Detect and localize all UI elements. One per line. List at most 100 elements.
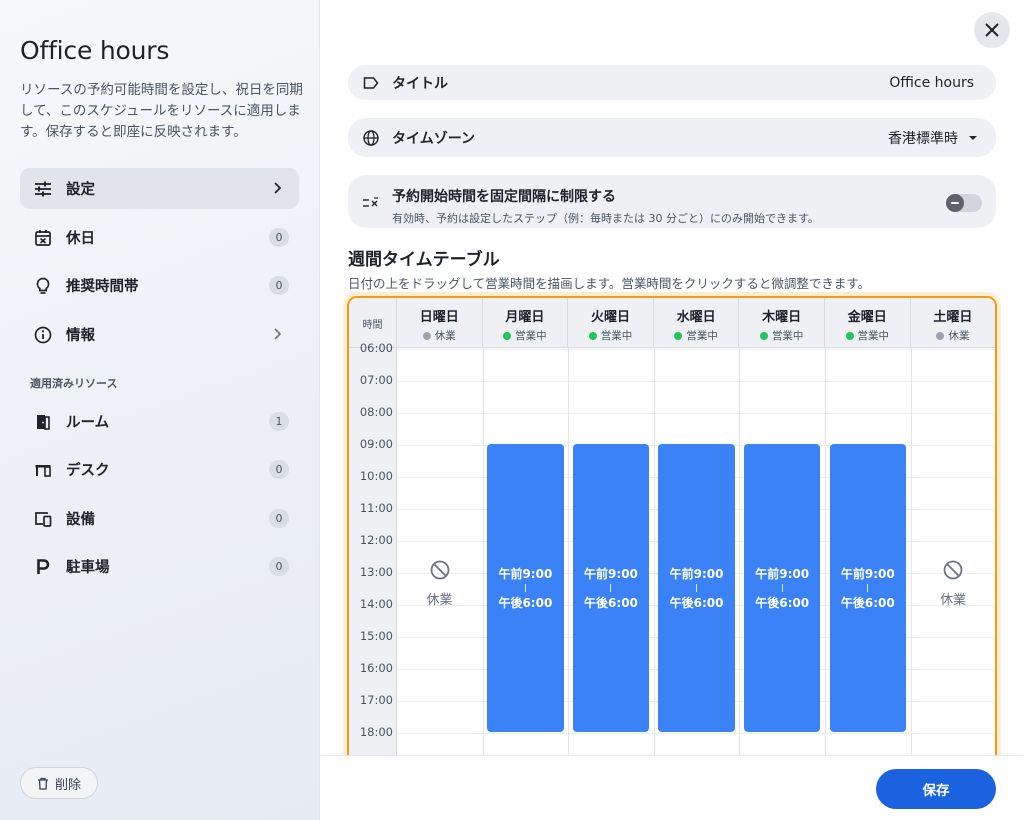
day-name: 木曜日 xyxy=(762,310,802,325)
block-end-time: 午後6:00 xyxy=(498,596,553,610)
day-name: 日曜日 xyxy=(419,310,459,325)
chevron-right-icon xyxy=(274,182,282,194)
day-header: 土曜日 休業 xyxy=(911,298,995,348)
status-dot xyxy=(845,331,854,340)
time-label: 11:00 xyxy=(359,501,393,515)
day-divider xyxy=(568,348,570,820)
day-status: 営業中 xyxy=(483,328,568,343)
block-end-time: 午後6:00 xyxy=(840,596,895,610)
timetable-title: 週間タイムテーブル xyxy=(348,250,500,270)
count-badge: 0 xyxy=(269,557,289,576)
status-dot xyxy=(759,331,768,340)
hour-gridline xyxy=(397,413,995,414)
caret-down-icon xyxy=(969,135,977,140)
status-dot xyxy=(422,331,431,340)
sidebar-item-parking[interactable]: 駐車場 0 xyxy=(20,546,299,587)
day-divider xyxy=(825,348,826,820)
weekly-timetable[interactable]: 時間 日曜日 休業 月曜日 営業中 火曜日 営業中 水曜日 営業中 木曜日 営業中 金曜日 営業中 土曜… xyxy=(347,296,997,820)
day-name: 水曜日 xyxy=(676,310,716,325)
status-label: 営業中 xyxy=(686,330,718,342)
interval-icon xyxy=(363,197,378,207)
delete-button[interactable]: 削除 xyxy=(20,767,98,799)
title-value: Office hours xyxy=(889,74,974,91)
closed-label: 休業 xyxy=(940,593,967,608)
sidebar-item-label: ルーム xyxy=(66,415,110,431)
status-label: 営業中 xyxy=(515,330,547,342)
save-button[interactable]: 保存 xyxy=(876,769,996,809)
day-name: 月曜日 xyxy=(505,310,545,325)
schedule-description: リソースの予約可能時間を設定し、祝日を同期して、このスケジュールをリソースに適用… xyxy=(20,82,303,140)
business-hours-block[interactable]: 午前9:00 午後6:00 xyxy=(829,444,907,732)
business-hours-block[interactable]: 午前9:00 午後6:00 xyxy=(572,444,650,732)
globe-icon xyxy=(363,129,379,146)
restrict-label: 予約開始時間を固定間隔に制限する xyxy=(392,189,616,205)
day-header: 水曜日営業中 xyxy=(654,298,740,348)
sliders-icon xyxy=(32,178,54,200)
block-end-time: 午後6:00 xyxy=(584,596,638,610)
block-start-time: 午前9:00 xyxy=(840,567,895,581)
day-header: 金曜日 営業中 xyxy=(825,298,911,348)
info-icon xyxy=(32,324,54,346)
status-label: 営業中 xyxy=(857,330,890,342)
title-field[interactable]: タイトル Office hours xyxy=(348,65,996,100)
chevron-right-icon xyxy=(274,328,282,340)
footer-bar: 保存 xyxy=(320,755,1024,820)
time-label: 16:00 xyxy=(359,661,393,675)
sidebar-item-equipment[interactable]: 設備 0 xyxy=(20,498,299,539)
time-label: 17:00 xyxy=(359,693,393,707)
sidebar-item-recommended-times[interactable]: 推奨時間帯 0 xyxy=(20,265,299,306)
sidebar-item-info[interactable]: 情報 xyxy=(20,314,299,355)
block-start-time: 午前9:00 xyxy=(669,567,724,581)
schedule-title: Office hours xyxy=(20,36,170,65)
close-button[interactable] xyxy=(974,12,1010,48)
title-label: タイトル xyxy=(392,75,448,92)
time-label: 12:00 xyxy=(359,533,393,547)
block-start-time: 午前9:00 xyxy=(755,567,810,581)
close-icon xyxy=(985,23,999,37)
count-badge: 1 xyxy=(269,412,289,431)
sidebar-item-rooms[interactable]: ルーム 1 xyxy=(20,401,299,442)
sidebar-item-label: 駐車場 xyxy=(66,560,110,576)
timezone-select[interactable]: 香港標準時 xyxy=(888,128,978,148)
time-label: 10:00 xyxy=(359,469,393,483)
sidebar-item-settings[interactable]: 設定 xyxy=(20,168,299,209)
timetable-header: 時間 日曜日 休業 月曜日 営業中 火曜日 営業中 水曜日 営業中 木曜日 営業中 金曜日 営業中 土曜… xyxy=(349,298,995,348)
day-status: 営業中 xyxy=(739,328,824,343)
tag-icon xyxy=(363,76,379,89)
lightbulb-icon xyxy=(32,275,54,297)
time-label: 06:00 xyxy=(359,341,393,355)
count-badge: 0 xyxy=(269,509,289,528)
closed-day-indicator: 休業 xyxy=(911,559,995,608)
restrict-description: 有効時、予約は設定したステップ（例：毎時または 30 分ごと）にのみ開始できます… xyxy=(392,212,819,225)
toggle-knob xyxy=(946,194,964,212)
business-hours-block[interactable]: 午前9:00 午後6:00 xyxy=(743,444,821,732)
day-header: 木曜日 営業中 xyxy=(739,298,825,348)
business-hours-block[interactable]: 午前9:00 午後6:00 xyxy=(658,444,735,732)
desk-icon xyxy=(32,459,54,481)
count-badge: 0 xyxy=(269,276,289,295)
day-status: 営業中 xyxy=(654,328,739,343)
status-label: 休業 xyxy=(434,330,456,342)
restrict-toggle[interactable] xyxy=(946,194,982,212)
closed-label: 休業 xyxy=(426,593,453,608)
sidebar-item-desks[interactable]: デスク 0 xyxy=(20,449,299,490)
sidebar-item-holidays[interactable]: 休日 0 xyxy=(20,217,299,258)
sidebar-item-label: デスク xyxy=(66,463,110,479)
day-status: 休業 xyxy=(911,328,995,343)
block-separator xyxy=(867,584,869,592)
business-hours-block[interactable]: 午前9:00 午後6:00 xyxy=(487,444,564,732)
status-label: 休業 xyxy=(948,330,970,342)
count-badge: 0 xyxy=(269,228,289,247)
day-status: 営業中 xyxy=(825,328,910,343)
day-divider xyxy=(482,348,484,820)
timetable-description: 日付の上をドラッグして営業時間を描画します。営業時間をクリックすると微調整できま… xyxy=(348,276,871,291)
block-start-time: 午前9:00 xyxy=(498,567,553,581)
timetable-grid[interactable]: 06:00 07:00 08:00 09:00 10:00 11:00 12:00 13:00… xyxy=(349,341,995,820)
timezone-label: タイムゾーン xyxy=(392,130,476,147)
block-separator xyxy=(524,584,526,592)
status-label: 営業中 xyxy=(600,330,633,342)
day-header: 火曜日 営業中 xyxy=(568,298,654,348)
timezone-field[interactable]: タイムゾーン 香港標準時 xyxy=(348,118,996,157)
block-icon xyxy=(943,560,963,580)
block-icon xyxy=(430,560,449,580)
